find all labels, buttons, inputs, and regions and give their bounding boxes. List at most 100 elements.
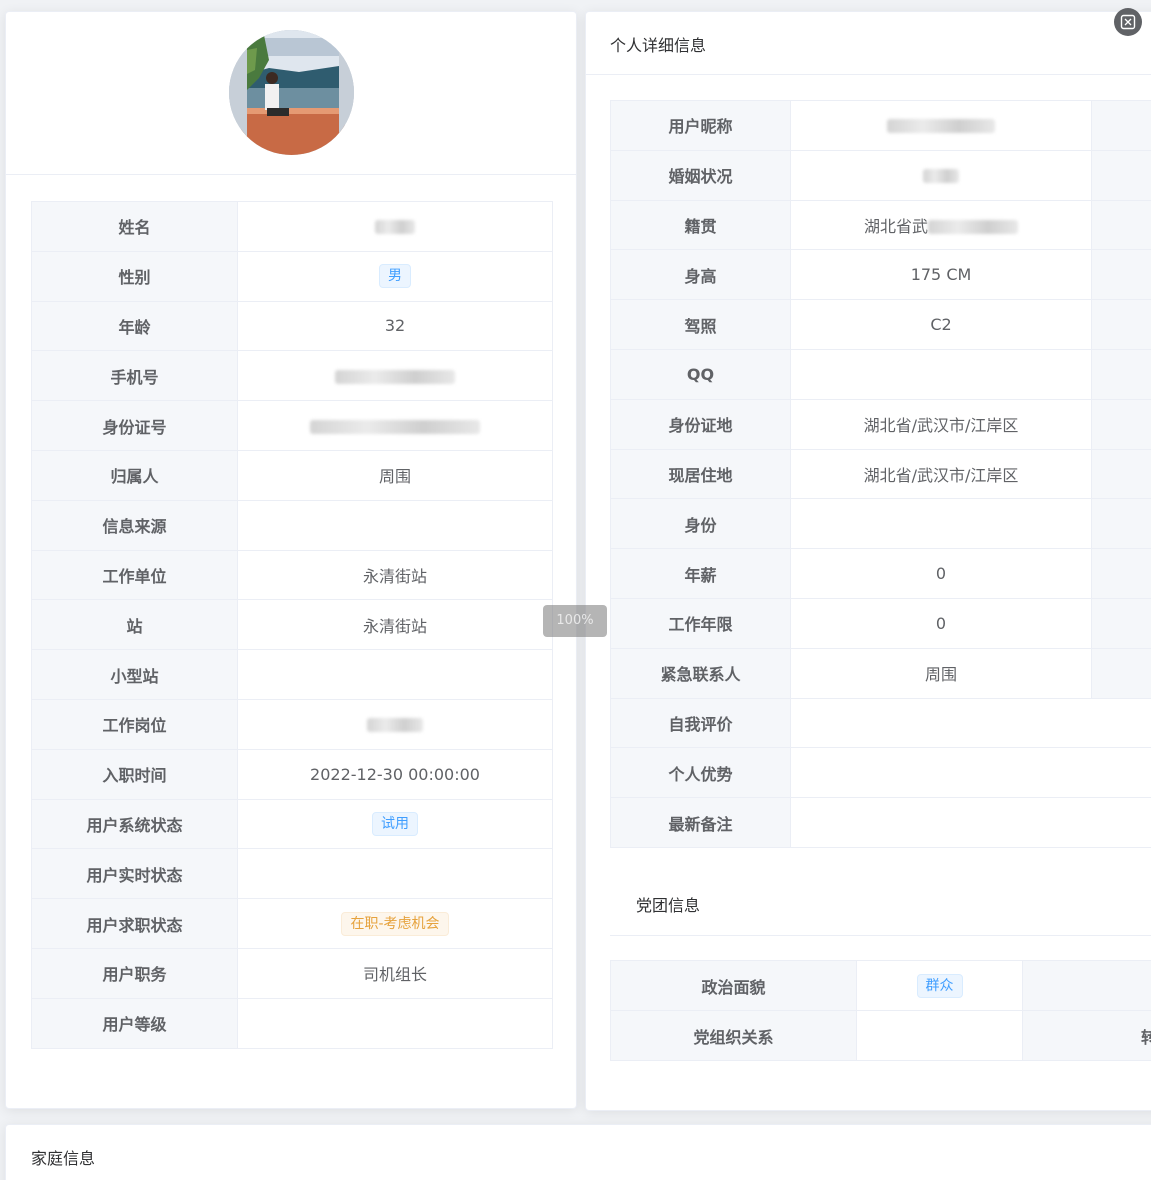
field-value-cell: 周围 [237, 449, 553, 501]
table-row: 婚姻状况 [610, 149, 1151, 201]
field-label: 个人优势 [610, 747, 791, 799]
table-row: 用户求职状态 在职-考虑机会 [31, 898, 553, 949]
field-value-cell [237, 848, 553, 900]
field-label: 工作年限 [610, 597, 791, 649]
field-label: 归属人 [31, 449, 238, 501]
field-value-cell: 0 [790, 548, 1092, 599]
field-label: 用户实时状态 [31, 848, 238, 900]
detail-table: 用户昵称 婚姻状况 籍贯 湖北省武 身高 175 CM 驾照 C2 QQ 身份证地 湖北省/武汉市/… [610, 100, 1151, 848]
party-table: 政治面貌 群众 党团党组织关系 转入单 [610, 960, 1151, 1061]
avatar-photo-icon [229, 30, 354, 155]
field-label: 政治面貌 [610, 960, 857, 1011]
extra-column-cell [1091, 199, 1151, 251]
field-value: 永清街站 [362, 566, 427, 586]
field-label: 党组织关系 [610, 1010, 857, 1061]
table-row: 身份证号 [31, 400, 553, 451]
table-row: 籍贯 湖北省武 [610, 199, 1151, 251]
field-label: 性别 [31, 250, 238, 302]
field-label: QQ [610, 348, 791, 400]
field-value: 32 [384, 316, 406, 336]
field-value: 周围 [378, 467, 411, 487]
field-value-cell: 湖北省/武汉市/江岸区 [790, 398, 1092, 450]
masked-value [310, 419, 480, 434]
field-label: 身份证号 [31, 400, 238, 451]
extra-column-cell [1091, 348, 1151, 400]
table-row: 用户实时状态 [31, 848, 553, 900]
field-value-cell [856, 1010, 1023, 1061]
table-row: 工作年限 0 [610, 597, 1151, 649]
table-row: 自我评价 [610, 697, 1151, 749]
field-value-cell: 32 [237, 300, 553, 352]
field-value-cell [790, 747, 1151, 799]
field-label: 用户等级 [31, 997, 238, 1049]
extra-column-cell [1091, 498, 1151, 550]
extra-column-cell [1091, 548, 1151, 599]
field-label: 小型站 [31, 649, 238, 700]
field-value-cell: 试用 [237, 798, 553, 850]
field-value: 周围 [924, 665, 957, 685]
field-label: 婚姻状况 [610, 149, 791, 201]
field-label: 用户职务 [31, 947, 238, 999]
table-row: 小型站 [31, 649, 553, 700]
table-row: 工作单位 永清街站 [31, 549, 553, 601]
table-row: 紧急联系人 周围 [610, 647, 1151, 699]
table-row: 归属人 周围 [31, 449, 553, 501]
table-row: QQ [610, 348, 1151, 400]
avatar[interactable] [229, 30, 354, 155]
table-row: 性别 男 [31, 250, 553, 302]
avatar-section [6, 12, 576, 175]
field-label: 手机号 [31, 350, 238, 402]
masked-value [928, 220, 1018, 235]
field-value-cell: C2 [790, 299, 1092, 350]
field-value-cell: 湖北省武 [790, 199, 1092, 251]
field-label: 信息来源 [31, 499, 238, 551]
field-value-cell [790, 100, 1092, 151]
field-label: 工作岗位 [31, 698, 238, 750]
field-value-cell: 永清街站 [237, 549, 553, 601]
field-value: 湖北省/武汉市/江岸区 [863, 416, 1019, 436]
fullscreen-button[interactable] [1114, 8, 1142, 36]
field-label: 身份证地 [610, 398, 791, 450]
field-value: 0 [935, 564, 947, 584]
field-value-cell [237, 997, 553, 1049]
table-row: 站 永清街站 [31, 599, 553, 651]
field-value-cell [237, 698, 553, 750]
field-label: 紧急联系人 [610, 647, 791, 699]
field-value: 永清街站 [362, 616, 427, 636]
field-label: 身份 [610, 498, 791, 550]
table-row: 用户系统状态 试用 [31, 798, 553, 850]
field-label: 姓名 [31, 201, 238, 252]
detail-card: 个人详细信息 用户昵称 婚姻状况 籍贯 湖北省武 身高 175 CM 驾照 C2 QQ 身份证地湖… [585, 11, 1151, 1111]
field-value-cell: 男 [237, 250, 553, 302]
field-label: 籍贯 [610, 199, 791, 251]
detail-card-title: 个人详细信息 [586, 12, 1151, 75]
field-value-cell: 司机组长 [237, 947, 553, 999]
table-row: 手机号 [31, 350, 553, 402]
field-value-cell [790, 149, 1092, 201]
field-value-cell: 在职-考虑机会 [237, 898, 553, 949]
field-label: 最新备注 [610, 797, 791, 848]
profile-table: 姓名 性别男年龄 32 手机号 身份证号 归属人 周围 信息来源 工作单位 永清街站站永清街站 小型… [31, 201, 553, 1049]
field-value-cell [237, 499, 553, 551]
field-value: 175 CM [910, 265, 972, 285]
field-label: 用户求职状态 [31, 898, 238, 949]
extra-column-cell [1091, 299, 1151, 350]
field-value-cell: 175 CM [790, 249, 1092, 301]
field-value-cell [790, 697, 1151, 749]
table-row: 最新备注 [610, 797, 1151, 848]
field-value: C2 [930, 315, 952, 335]
table-row: 个人优势 [610, 747, 1151, 799]
field-label: 现居住地 [610, 448, 791, 500]
status-tag: 在职-考虑机会 [341, 911, 449, 936]
field-label: 党团 [1022, 960, 1151, 1011]
field-label: 自我评价 [610, 697, 791, 749]
masked-value [375, 220, 415, 235]
field-value-cell: 0 [790, 597, 1092, 649]
field-label: 驾照 [610, 299, 791, 350]
table-row: 党组织关系 转入单 [610, 1010, 1151, 1061]
field-value: 0 [935, 613, 947, 633]
field-value: 司机组长 [362, 965, 427, 985]
extra-column-cell [1091, 448, 1151, 500]
table-row: 身份证地 湖北省/武汉市/江岸区 [610, 398, 1151, 450]
table-row: 年薪 0 [610, 548, 1151, 599]
